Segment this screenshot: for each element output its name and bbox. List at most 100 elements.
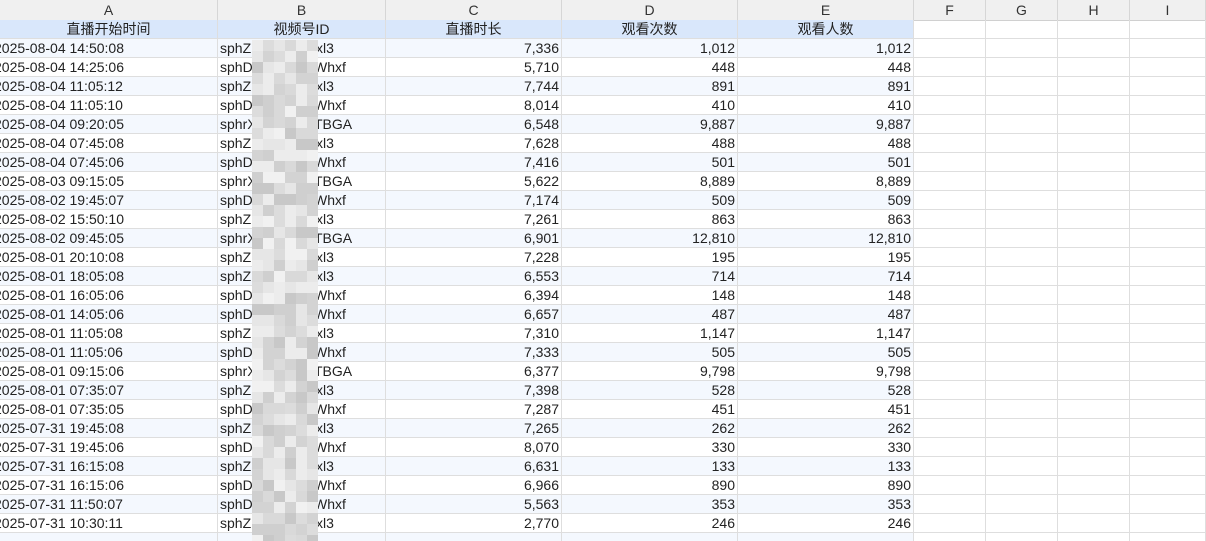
empty-cell[interactable] <box>1130 476 1206 495</box>
empty-cell[interactable] <box>914 248 986 267</box>
empty-cell[interactable] <box>1058 286 1130 305</box>
empty-cell[interactable] <box>986 153 1058 172</box>
empty-cell[interactable] <box>1130 267 1206 286</box>
cell-view-count[interactable]: 8,889 <box>562 172 738 191</box>
empty-cell[interactable] <box>1130 153 1206 172</box>
cell-start-time[interactable]: 2025-08-01 07:35:07 <box>0 381 218 400</box>
cell-start-time[interactable]: 2025-08-04 11:05:12 <box>0 77 218 96</box>
cell-duration[interactable]: 6,548 <box>386 115 562 134</box>
empty-cell[interactable] <box>986 267 1058 286</box>
cell-viewer-count[interactable]: 528 <box>738 381 914 400</box>
empty-cell[interactable] <box>1130 172 1206 191</box>
cell-view-count[interactable]: 133 <box>562 457 738 476</box>
cell-duration[interactable]: 7,174 <box>386 191 562 210</box>
empty-cell[interactable] <box>914 153 986 172</box>
empty-cell[interactable] <box>1130 438 1206 457</box>
cell-start-time[interactable]: 2025-08-04 14:25:06 <box>0 58 218 77</box>
empty-cell[interactable] <box>1130 343 1206 362</box>
empty-cell[interactable] <box>914 58 986 77</box>
empty-cell[interactable] <box>986 115 1058 134</box>
cell-view-count[interactable]: 714 <box>562 267 738 286</box>
cell-duration[interactable]: 6,631 <box>386 457 562 476</box>
cell-viewer-count[interactable]: 863 <box>738 210 914 229</box>
cell-start-time[interactable]: 2025-08-04 11:05:10 <box>0 96 218 115</box>
cell-viewer-count[interactable]: 8,889 <box>738 172 914 191</box>
empty-cell[interactable] <box>986 191 1058 210</box>
cell-channel-id[interactable]: sphrX TBGA <box>218 229 386 248</box>
cell-duration[interactable]: 7,744 <box>386 77 562 96</box>
empty-cell[interactable] <box>986 457 1058 476</box>
empty-cell[interactable] <box>1058 362 1130 381</box>
cell-start-time[interactable]: 2025-07-31 19:45:06 <box>0 438 218 457</box>
header-cell-d[interactable]: 观看次数 <box>562 20 738 39</box>
empty-cell[interactable] <box>986 96 1058 115</box>
empty-cell[interactable] <box>1058 343 1130 362</box>
cell-view-count[interactable]: 410 <box>562 96 738 115</box>
cell-viewer-count[interactable]: 1,147 <box>738 324 914 343</box>
empty-cell[interactable] <box>1130 39 1206 58</box>
cell-view-count[interactable]: 9,798 <box>562 362 738 381</box>
cell-start-time[interactable]: 2025-07-31 16:15:08 <box>0 457 218 476</box>
empty-cell[interactable] <box>1130 419 1206 438</box>
empty-cell[interactable] <box>914 324 986 343</box>
empty-cell[interactable] <box>914 267 986 286</box>
header-cell-c[interactable]: 直播时长 <box>386 20 562 39</box>
cell-start-time[interactable]: 2025-08-01 11:05:06 <box>0 343 218 362</box>
column-letter-d[interactable]: D <box>562 0 738 20</box>
empty-cell[interactable] <box>1058 134 1130 153</box>
cell-start-time[interactable]: 2025-08-01 07:35:05 <box>0 400 218 419</box>
cell-viewer-count[interactable]: 501 <box>738 153 914 172</box>
cell-viewer-count[interactable]: 9,798 <box>738 362 914 381</box>
empty-cell[interactable] <box>986 20 1058 39</box>
cell-duration[interactable]: 7,333 <box>386 343 562 362</box>
column-letter-b[interactable]: B <box>218 0 386 20</box>
cell-duration[interactable]: 6,553 <box>386 267 562 286</box>
cell-viewer-count[interactable]: 488 <box>738 134 914 153</box>
cell-start-time[interactable]: 2025-08-01 11:05:08 <box>0 324 218 343</box>
cell-start-time[interactable]: 2025-08-02 15:50:10 <box>0 210 218 229</box>
cell-channel-id[interactable]: sphD Whxf <box>218 476 386 495</box>
empty-cell[interactable] <box>1130 514 1206 533</box>
empty-cell[interactable] <box>914 20 986 39</box>
empty-cell[interactable] <box>986 172 1058 191</box>
empty-cell[interactable] <box>914 514 986 533</box>
cell-channel-id[interactable]: sphZ xl3 <box>218 77 386 96</box>
cell-channel-id[interactable]: sphZ xl3 <box>218 381 386 400</box>
empty-cell[interactable] <box>986 438 1058 457</box>
cell-channel-id[interactable]: sphZ xl3 <box>218 134 386 153</box>
cell-viewer-count[interactable]: 509 <box>738 191 914 210</box>
cell-duration[interactable]: 6,966 <box>386 476 562 495</box>
empty-cell[interactable] <box>914 115 986 134</box>
cell-viewer-count[interactable]: 330 <box>738 438 914 457</box>
empty-cell[interactable] <box>1058 20 1130 39</box>
empty-cell[interactable] <box>1058 153 1130 172</box>
empty-cell[interactable] <box>986 39 1058 58</box>
empty-cell[interactable] <box>1058 248 1130 267</box>
empty-cell[interactable] <box>986 77 1058 96</box>
cell-start-time[interactable]: 2025-08-04 09:20:05 <box>0 115 218 134</box>
empty-cell[interactable] <box>914 419 986 438</box>
empty-cell[interactable] <box>986 476 1058 495</box>
empty-cell[interactable] <box>1130 381 1206 400</box>
empty-cell[interactable] <box>1130 229 1206 248</box>
cell-channel-id[interactable]: sphD Whxf <box>218 495 386 514</box>
empty-cell[interactable] <box>1058 39 1130 58</box>
cell-viewer-count[interactable]: 714 <box>738 267 914 286</box>
cell-duration[interactable]: 7,261 <box>386 210 562 229</box>
column-letter-c[interactable]: C <box>386 0 562 20</box>
empty-cell[interactable] <box>986 419 1058 438</box>
cell-channel-id[interactable]: sphrX TBGA <box>218 115 386 134</box>
empty-cell[interactable] <box>914 39 986 58</box>
cell-duration[interactable]: 8,014 <box>386 96 562 115</box>
empty-cell[interactable] <box>1058 229 1130 248</box>
empty-cell[interactable] <box>986 381 1058 400</box>
empty-cell[interactable] <box>986 58 1058 77</box>
cell-channel-id[interactable]: sphZ xl3 <box>218 210 386 229</box>
cell-view-count[interactable]: 509 <box>562 191 738 210</box>
column-letter-e[interactable]: E <box>738 0 914 20</box>
empty-cell[interactable] <box>1058 324 1130 343</box>
cell-channel-id[interactable]: sphZ xl3 <box>218 248 386 267</box>
cell-channel-id[interactable]: sphD Whxf <box>218 438 386 457</box>
empty-cell[interactable] <box>914 191 986 210</box>
empty-cell[interactable] <box>562 533 738 541</box>
